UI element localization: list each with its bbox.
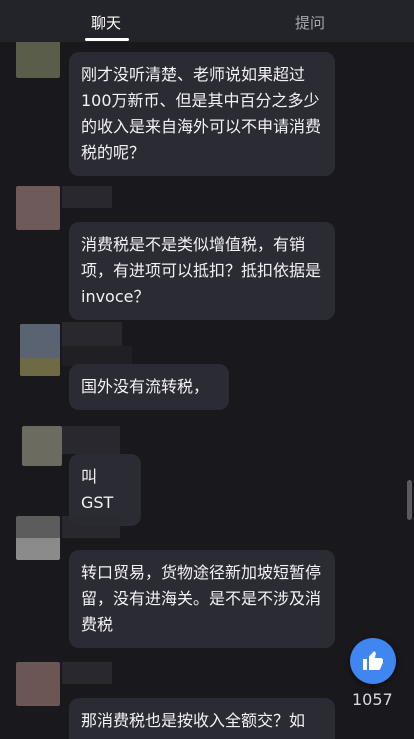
chat-message-bubble: 消费税是不是类似增值税，有销项，有进项可以抵扣？抵扣依据是invoce？ [69, 222, 335, 320]
avatar [16, 186, 60, 230]
username-redacted [62, 516, 120, 538]
thumbs-up-icon [363, 651, 383, 670]
tab-bar: 聊天 提问 [0, 0, 414, 42]
username-redacted [62, 322, 122, 346]
chat-message-bubble: 刚才没听清楚、老师说如果超过100万新币、但是其中百分之多少的收入是来自海外可以… [69, 52, 335, 176]
like-count: 1057 [352, 690, 393, 709]
scrollbar-thumb[interactable] [407, 480, 412, 520]
username-redacted [62, 346, 132, 366]
chat-feed[interactable]: 刚才没听清楚、老师说如果超过100万新币、但是其中百分之多少的收入是来自海外可以… [0, 42, 414, 739]
avatar [16, 516, 60, 560]
avatar [16, 662, 60, 706]
username-redacted [62, 426, 120, 454]
avatar [22, 426, 62, 466]
username-redacted [62, 662, 112, 684]
active-tab-indicator [85, 38, 129, 41]
chat-message-bubble: 转口贸易，货物途径新加坡短暂停留，没有进海关。是不是不涉及消费税 [69, 550, 335, 648]
chat-message-bubble: 国外没有流转税， [69, 364, 229, 410]
avatar [16, 42, 60, 78]
username-redacted [62, 186, 112, 208]
like-button[interactable] [350, 638, 396, 684]
tab-questions[interactable]: 提问 [295, 12, 325, 33]
tab-chat[interactable]: 聊天 [91, 12, 121, 33]
chat-message-bubble: 那消费税也是按收入全额交？如 [69, 698, 335, 739]
avatar [20, 324, 60, 376]
